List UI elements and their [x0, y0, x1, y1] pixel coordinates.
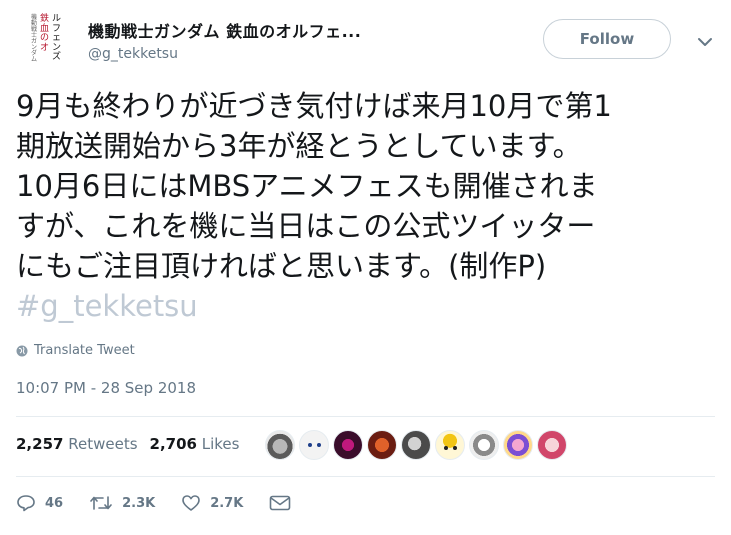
like-button[interactable]: 2.7K [181, 494, 243, 512]
retweet-icon [90, 496, 112, 510]
tweet-actions: 46 2.3K 2.7K [16, 494, 317, 512]
liker-avatar[interactable] [401, 430, 431, 460]
display-name[interactable]: 機動戦士ガンダム 鉄血のオルフェ... [88, 18, 361, 42]
reply-count: 46 [45, 495, 64, 511]
chevron-down-icon[interactable] [697, 36, 713, 48]
globe-icon [16, 345, 28, 356]
heart-icon [182, 495, 201, 511]
follow-button[interactable]: Follow [543, 19, 671, 59]
liker-avatar[interactable] [469, 430, 499, 460]
envelope-icon [270, 495, 291, 511]
retweet-count: 2.3K [122, 495, 156, 511]
logo-glyph: ズ [52, 52, 62, 62]
tweet-text-line: 9月も終わりが近づき気付けば来月10月で第1 [16, 89, 612, 123]
retweets-label[interactable]: Retweets [68, 435, 137, 453]
retweet-button[interactable]: 2.3K [89, 494, 155, 512]
liker-avatar[interactable] [537, 430, 567, 460]
tweet-header: 機動戦士ガンダム鉄血のオルフェンズ 機動戦士ガンダム 鉄血のオルフェ... @g… [0, 0, 731, 80]
translate-tweet-link[interactable]: Translate Tweet [16, 343, 135, 358]
reply-icon [17, 495, 35, 512]
liker-avatar[interactable] [265, 430, 295, 460]
likes-label[interactable]: Likes [202, 435, 240, 453]
likers-avatars [265, 430, 571, 460]
direct-message-button[interactable] [269, 495, 291, 511]
logo-glyph: ム [30, 56, 37, 63]
divider [16, 416, 715, 417]
tweet-text-line: 期放送開始から3年が経とうとしています。 [16, 129, 582, 163]
hashtag-link[interactable]: #g_tekketsu [16, 286, 716, 326]
divider [16, 476, 715, 477]
liker-avatar[interactable] [367, 430, 397, 460]
tweet-text: 9月も終わりが近づき気付けば来月10月で第1 期放送開始から3年が経とうとしてい… [16, 86, 716, 326]
account-handle[interactable]: @g_tekketsu [88, 46, 178, 62]
likes-count[interactable]: 2,706 [150, 435, 197, 453]
retweets-count[interactable]: 2,257 [16, 435, 63, 453]
logo-glyph: オ [39, 42, 49, 53]
liker-avatar[interactable] [503, 430, 533, 460]
tweet-text-line: にもご注目頂ければと思います。(制作P) [16, 249, 547, 283]
reply-button[interactable]: 46 [16, 494, 63, 512]
tweet-timestamp[interactable]: 10:07 PM - 28 Sep 2018 [16, 379, 196, 397]
like-count: 2.7K [210, 495, 244, 511]
tweet-text-line: 10月6日にはMBSアニメフェスも開催されま [16, 169, 598, 203]
logo-column: 機動戦士ガンダム [31, 15, 37, 63]
logo-column: 鉄血のオ [39, 14, 49, 53]
tweet-stats: 2,257 Retweets 2,706 Likes [16, 435, 239, 453]
tweet-text-line: すが、これを機に当日はこの公式ツイッター [16, 209, 596, 243]
logo-column: ルフェンズ [52, 14, 62, 63]
liker-avatar[interactable] [435, 430, 465, 460]
translate-label[interactable]: Translate Tweet [34, 343, 135, 358]
liker-avatar[interactable] [299, 430, 329, 460]
liker-avatar[interactable] [333, 430, 363, 460]
avatar[interactable]: 機動戦士ガンダム鉄血のオルフェンズ [16, 14, 76, 65]
